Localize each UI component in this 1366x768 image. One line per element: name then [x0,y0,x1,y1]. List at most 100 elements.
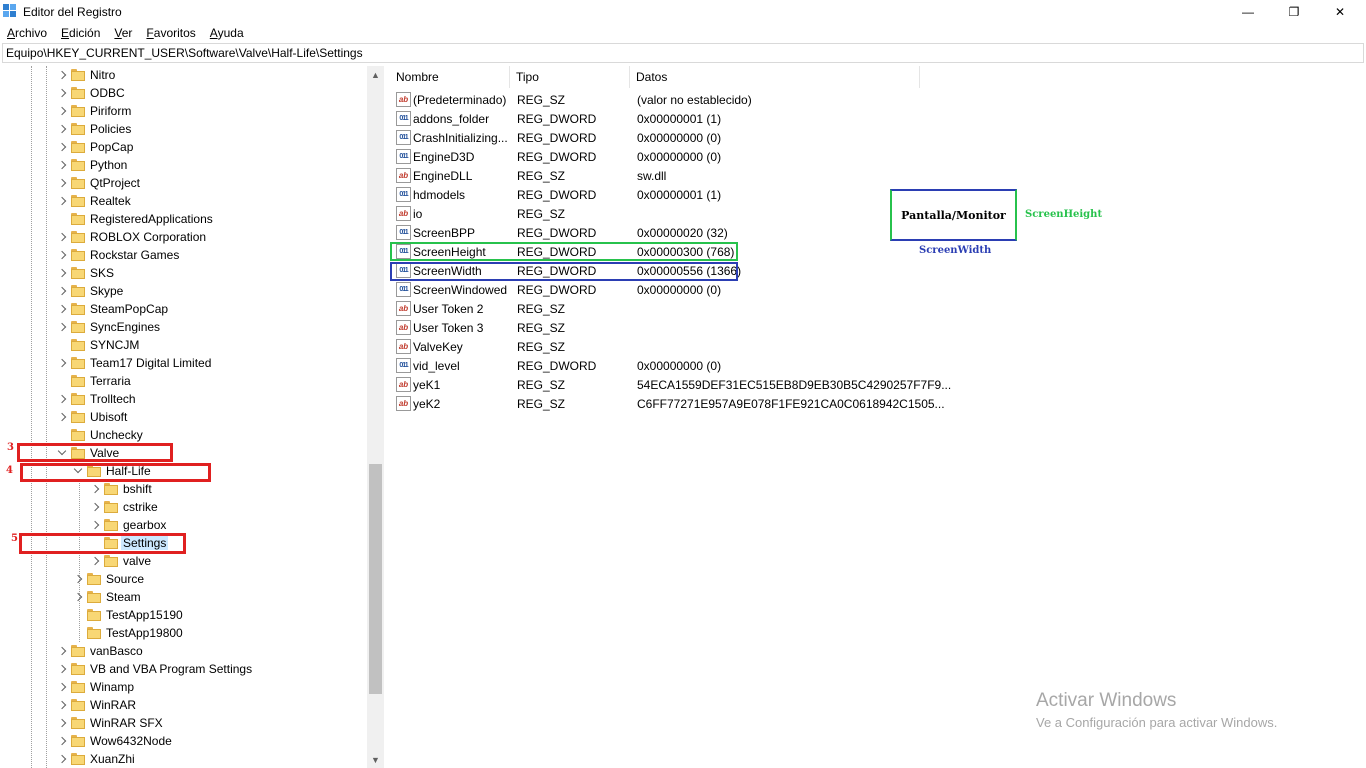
chevron-right-icon[interactable] [57,178,67,188]
chevron-right-icon[interactable] [90,556,100,566]
value-row[interactable]: 011 CrashInitializing... REG_DWORD 0x000000… [390,128,930,147]
chevron-right-icon[interactable] [57,106,67,116]
menu-item-2[interactable]: Ver [107,24,139,43]
value-row[interactable]: 011 EngineD3D REG_DWORD 0x00000000 (0) [390,147,930,166]
tree-node[interactable]: Rockstar Games [0,246,368,264]
tree-node[interactable]: bshift [0,480,368,498]
values-list[interactable]: Nombre Tipo Datos ab (Predeterminado) REG_… [390,66,1366,768]
tree-node[interactable]: WinRAR [0,696,368,714]
tree-node[interactable]: VB and VBA Program Settings [0,660,368,678]
chevron-right-icon[interactable] [57,394,67,404]
value-row[interactable]: ab yeK2 REG_SZ C6FF77271E957A9E078F1FE921CA… [390,394,945,413]
tree-node[interactable]: ROBLOX Corporation [0,228,368,246]
tree-node[interactable]: Realtek [0,192,368,210]
menu-item-0[interactable]: Archivo [0,24,54,43]
tree-scrollbar[interactable]: ▲ ▼ [367,66,384,768]
tree-node[interactable]: Wow6432Node [0,732,368,750]
chevron-right-icon[interactable] [57,196,67,206]
tree-node[interactable]: SteamPopCap [0,300,368,318]
scroll-up-arrow-icon[interactable]: ▲ [367,66,384,83]
tree-node[interactable]: PopCap [0,138,368,156]
chevron-right-icon[interactable] [57,736,67,746]
tree-node[interactable]: Source [0,570,368,588]
value-row[interactable]: 011 ScreenBPP REG_DWORD 0x00000020 (32) [390,223,930,242]
minimize-button[interactable]: — [1225,0,1271,24]
value-row[interactable]: ab EngineDLL REG_SZ sw.dll [390,166,930,185]
close-button[interactable]: ✕ [1317,0,1363,24]
menu-item-3[interactable]: Favoritos [139,24,202,43]
tree-node[interactable]: vanBasco [0,642,368,660]
chevron-right-icon[interactable] [57,250,67,260]
scrollbar-thumb[interactable] [369,464,382,694]
chevron-right-icon[interactable] [57,682,67,692]
tree-node[interactable]: Ubisoft [0,408,368,426]
chevron-right-icon[interactable] [57,700,67,710]
chevron-right-icon[interactable] [57,286,67,296]
chevron-right-icon[interactable] [57,88,67,98]
tree-node[interactable]: RegisteredApplications [0,210,368,228]
tree-node[interactable]: SyncEngines [0,318,368,336]
key-tree[interactable]: Nitro ODBC Piriform Policies PopCap Python QtP… [0,66,384,768]
chevron-right-icon[interactable] [90,520,100,530]
chevron-right-icon[interactable] [90,484,100,494]
tree-node[interactable]: Piriform [0,102,368,120]
value-row[interactable]: ab (Predeterminado) REG_SZ (valor no establ… [390,90,930,109]
chevron-right-icon[interactable] [57,304,67,314]
chevron-right-icon[interactable] [73,592,83,602]
value-row[interactable]: ab io REG_SZ [390,204,930,223]
chevron-right-icon[interactable] [57,160,67,170]
chevron-right-icon[interactable] [57,412,67,422]
tree-node[interactable]: Python [0,156,368,174]
chevron-right-icon[interactable] [57,754,67,764]
tree-node[interactable]: TestApp19800 [0,624,368,642]
chevron-right-icon[interactable] [57,268,67,278]
value-row[interactable]: 011 vid_level REG_DWORD 0x00000000 (0) [390,356,930,375]
chevron-right-icon[interactable] [57,142,67,152]
tree-node[interactable]: TestApp15190 [0,606,368,624]
tree-node[interactable]: ODBC [0,84,368,102]
column-header-type[interactable]: Tipo [510,66,630,88]
column-header-data[interactable]: Datos [630,66,920,88]
chevron-right-icon[interactable] [90,502,100,512]
chevron-right-icon[interactable] [57,232,67,242]
menu-item-4[interactable]: Ayuda [203,24,251,43]
tree-node[interactable]: valve [0,552,368,570]
tree-node[interactable]: Trolltech [0,390,368,408]
folder-icon [71,717,85,729]
tree-node[interactable]: gearbox [0,516,368,534]
value-row[interactable]: ab User Token 3 REG_SZ [390,318,930,337]
tree-node[interactable]: WinRAR SFX [0,714,368,732]
chevron-right-icon[interactable] [73,574,83,584]
value-row[interactable]: ab User Token 2 REG_SZ [390,299,930,318]
chevron-right-icon[interactable] [57,718,67,728]
chevron-right-icon[interactable] [57,664,67,674]
tree-node[interactable]: Team17 Digital Limited [0,354,368,372]
tree-node[interactable]: Steam [0,588,368,606]
tree-node[interactable]: QtProject [0,174,368,192]
address-bar[interactable]: Equipo\HKEY_CURRENT_USER\Software\Valve\… [2,43,1364,63]
tree-node[interactable]: Policies [0,120,368,138]
chevron-right-icon[interactable] [57,124,67,134]
chevron-right-icon[interactable] [57,70,67,80]
menu-item-1[interactable]: Edición [54,24,107,43]
value-row[interactable]: 011 ScreenWindowed REG_DWORD 0x00000000 (0) [390,280,930,299]
chevron-right-icon[interactable] [57,358,67,368]
tree-node[interactable]: SYNCJM [0,336,368,354]
tree-node[interactable]: Nitro [0,66,368,84]
tree-node[interactable]: Skype [0,282,368,300]
chevron-right-icon[interactable] [57,646,67,656]
tree-node[interactable]: Terraria [0,372,368,390]
tree-node[interactable]: SKS [0,264,368,282]
tree-node[interactable]: XuanZhi [0,750,368,768]
tree-node[interactable]: cstrike [0,498,368,516]
value-row[interactable]: 011 addons_folder REG_DWORD 0x00000001 (1) [390,109,930,128]
maximize-button[interactable]: ❐ [1271,0,1317,24]
chevron-right-icon[interactable] [57,322,67,332]
scroll-down-arrow-icon[interactable]: ▼ [367,751,384,768]
tree-node[interactable]: Winamp [0,678,368,696]
value-row[interactable]: 011 hdmodels REG_DWORD 0x00000001 (1) [390,185,930,204]
value-row[interactable]: ab yeK1 REG_SZ 54ECA1559DEF31EC515EB8D9EB30… [390,375,951,394]
value-row[interactable]: ab ValveKey REG_SZ [390,337,930,356]
column-header-name[interactable]: Nombre [390,66,510,88]
tree-node[interactable]: Unchecky [0,426,368,444]
